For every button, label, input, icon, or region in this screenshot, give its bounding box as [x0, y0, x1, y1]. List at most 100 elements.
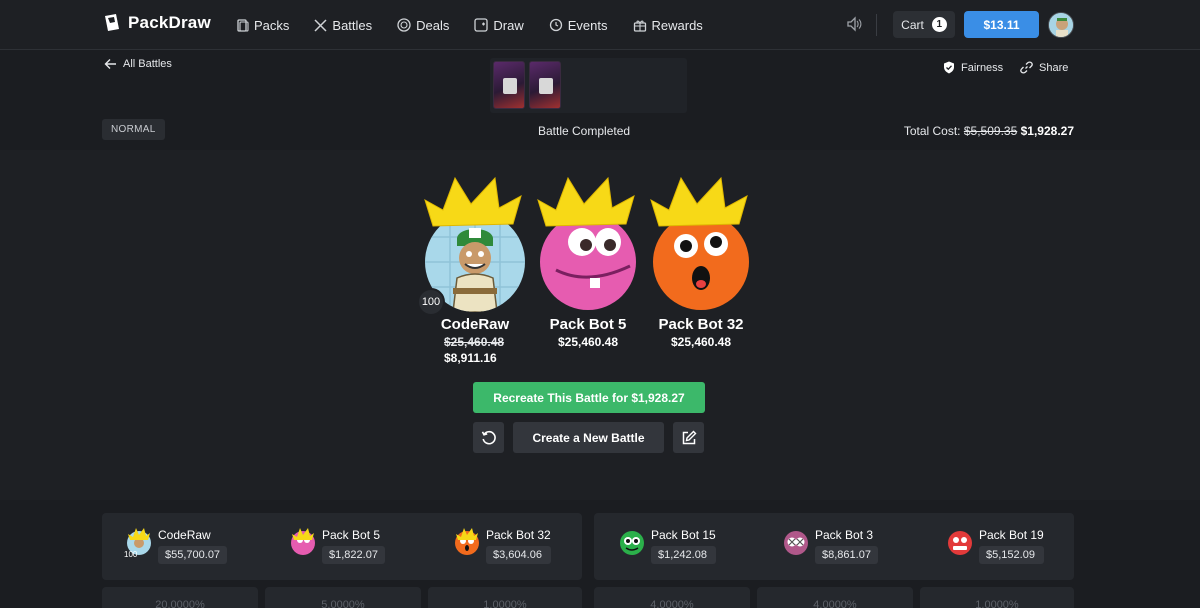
- summary-amount: $1,242.08: [651, 546, 716, 564]
- link-icon: [1020, 61, 1033, 74]
- player-value: $8,911.16: [444, 351, 497, 365]
- summary-name: Pack Bot 5: [322, 528, 381, 542]
- summary-avatar: [454, 528, 479, 556]
- shield-icon: [944, 61, 954, 74]
- summary-level: 100: [124, 550, 138, 559]
- back-label: All Battles: [123, 58, 172, 70]
- total-cost-discounted: $1,928.27: [1020, 124, 1074, 138]
- battle-mode-badge: NORMAL: [102, 119, 165, 140]
- battles-icon: [314, 18, 327, 32]
- summary-avatar: [290, 528, 315, 556]
- player-value: $25,460.48: [557, 335, 619, 349]
- replay-icon: [481, 430, 496, 445]
- arrow-left-icon: [104, 59, 116, 69]
- nav-rewards-label: Rewards: [651, 17, 703, 33]
- packdraw-logo-icon: [105, 14, 119, 31]
- player-card: 100 CodeRaw $25,460.48 $8,911.16: [417, 176, 530, 365]
- nav-packs-label: Packs: [254, 17, 290, 33]
- replay-button[interactable]: [473, 422, 504, 453]
- summary-amount: $5,152.09: [979, 546, 1044, 564]
- odds-cell: 1.0000%: [428, 587, 582, 608]
- summary-player: Pack Bot 19 $5,152.09: [947, 528, 1044, 564]
- rewards-icon: [633, 20, 646, 32]
- share-label: Share: [1039, 61, 1069, 74]
- player-value: $25,460.48: [670, 335, 732, 349]
- total-cost: Total Cost: $5,509.35 $1,928.27: [904, 124, 1074, 138]
- odds-cell: 1.0000%: [920, 587, 1074, 608]
- odds-cell: 4.0000%: [594, 587, 750, 608]
- brand-logo[interactable]: PackDraw: [102, 13, 211, 33]
- crown-icon: [424, 176, 522, 227]
- summary-avatar: [783, 531, 808, 556]
- crown-icon: [650, 176, 748, 227]
- summary-avatar: 100: [124, 528, 151, 559]
- nav-deals[interactable]: Deals: [397, 18, 449, 33]
- summary-amount: $8,861.07: [815, 546, 878, 564]
- nav-packs[interactable]: Packs: [236, 18, 289, 33]
- summary-name: Pack Bot 19: [979, 528, 1044, 542]
- nav-rewards[interactable]: Rewards: [633, 18, 703, 33]
- user-avatar-icon: [1049, 13, 1073, 37]
- odds-cell: 4.0000%: [757, 587, 913, 608]
- summary-player: Pack Bot 3 $8,861.07: [783, 528, 878, 564]
- summary-amount: $55,700.07: [158, 546, 228, 564]
- create-new-battle-button[interactable]: Create a New Battle: [513, 422, 664, 453]
- summary-name: Pack Bot 32: [486, 528, 551, 542]
- summary-player: Pack Bot 5 $1,822.07: [290, 528, 385, 564]
- summary-name: Pack Bot 3: [815, 528, 874, 542]
- cart-label: Cart: [901, 17, 924, 32]
- top-nav: PackDraw Packs Battles Deals Draw Events…: [0, 0, 1200, 50]
- summary-amount: $3,604.06: [486, 546, 551, 564]
- crown-icon: [537, 176, 635, 227]
- total-cost-label: Total Cost:: [903, 124, 961, 138]
- odds-cell: 5.0000%: [265, 587, 421, 608]
- nav-divider: [876, 14, 877, 36]
- player-original-value: $25,460.48: [444, 335, 505, 349]
- player-card: Pack Bot 32 $25,460.48: [646, 176, 756, 349]
- sound-toggle[interactable]: [846, 16, 862, 37]
- summary-avatar: [947, 531, 972, 556]
- events-icon: [549, 18, 562, 32]
- back-to-battles-link[interactable]: All Battles: [104, 58, 172, 70]
- total-cost-original: $5,509.35: [963, 124, 1018, 138]
- fairness-label: Fairness: [961, 61, 1004, 74]
- balance-button[interactable]: $13.11: [964, 11, 1039, 38]
- nav-events[interactable]: Events: [549, 18, 608, 33]
- share-link[interactable]: Share: [1020, 61, 1068, 74]
- player-name: Pack Bot 5: [549, 316, 627, 333]
- summary-name: CodeRaw: [158, 528, 211, 542]
- nav-battles[interactable]: Battles: [314, 18, 372, 33]
- battle-packs-strip: [490, 58, 687, 113]
- edit-icon: [682, 430, 696, 444]
- user-avatar[interactable]: [1048, 12, 1074, 38]
- nav-draw[interactable]: Draw: [474, 17, 524, 33]
- summary-player: Pack Bot 15 $1,242.08: [619, 528, 716, 564]
- cart-count-badge: 1: [931, 17, 947, 32]
- brand-name: PackDraw: [128, 13, 211, 32]
- odds-cell: 20.0000%: [102, 587, 258, 608]
- recreate-battle-button[interactable]: Recreate This Battle for $1,928.27: [473, 382, 705, 413]
- nav-draw-label: Draw: [493, 17, 524, 33]
- main-nav: Packs Battles Deals Draw Events Rewards: [236, 0, 728, 50]
- nav-battles-label: Battles: [332, 17, 373, 33]
- nav-events-label: Events: [567, 17, 608, 33]
- speaker-icon: [847, 16, 862, 32]
- summary-player: Pack Bot 32 $3,604.06: [454, 528, 551, 564]
- packs-icon: [237, 18, 249, 32]
- cart-button[interactable]: Cart 1: [893, 11, 955, 38]
- draw-icon: [474, 18, 489, 32]
- pack-thumbnail[interactable]: [493, 61, 525, 109]
- player-card: Pack Bot 5 $25,460.48: [533, 176, 643, 349]
- summary-amount: $1,822.07: [322, 546, 385, 564]
- summary-avatar: [619, 531, 644, 556]
- summary-name: Pack Bot 15: [651, 528, 716, 542]
- summary-player: 100 CodeRaw $55,700.07: [124, 528, 228, 564]
- player-name: Pack Bot 32: [658, 316, 744, 333]
- battle-status: Battle Completed: [538, 124, 631, 138]
- pack-thumbnail[interactable]: [529, 61, 561, 109]
- player-level-badge: 100: [417, 288, 445, 316]
- edit-battle-button[interactable]: [673, 422, 704, 453]
- fairness-link[interactable]: Fairness: [943, 61, 1003, 74]
- player-name: CodeRaw: [440, 316, 510, 333]
- nav-deals-label: Deals: [416, 17, 450, 33]
